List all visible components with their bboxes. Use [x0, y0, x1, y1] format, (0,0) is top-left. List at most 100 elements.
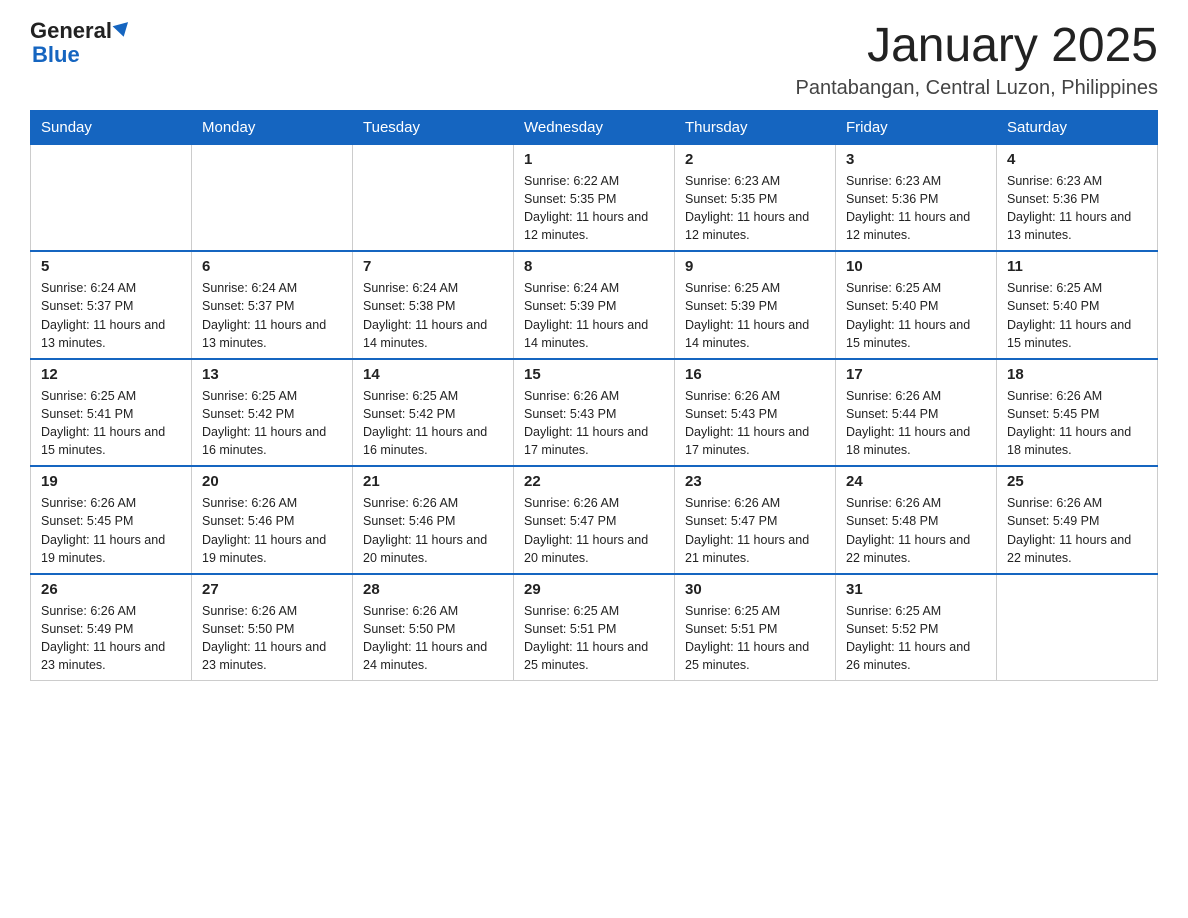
- day-info: Sunrise: 6:25 AMSunset: 5:42 PMDaylight:…: [202, 387, 342, 460]
- day-cell: 30Sunrise: 6:25 AMSunset: 5:51 PMDayligh…: [675, 574, 836, 681]
- day-number: 27: [202, 581, 342, 598]
- header-cell-friday: Friday: [836, 110, 997, 144]
- day-cell: 9Sunrise: 6:25 AMSunset: 5:39 PMDaylight…: [675, 251, 836, 359]
- day-info: Sunrise: 6:26 AMSunset: 5:50 PMDaylight:…: [202, 602, 342, 675]
- header-cell-tuesday: Tuesday: [353, 110, 514, 144]
- day-info: Sunrise: 6:26 AMSunset: 5:43 PMDaylight:…: [524, 387, 664, 460]
- logo-general: General: [30, 20, 112, 42]
- day-cell: 2 Sunrise: 6:23 AMSunset: 5:35 PMDaylight…: [675, 144, 836, 251]
- header-cell-monday: Monday: [192, 110, 353, 144]
- day-number: 21: [363, 473, 503, 490]
- day-number: 16: [685, 366, 825, 383]
- day-cell: 29 Sunrise: 6:25 AMSunset: 5:51 PMDayligh…: [514, 574, 675, 681]
- day-cell: [997, 574, 1158, 681]
- day-cell: [353, 144, 514, 251]
- week-row-4: 26 Sunrise: 6:26 AMSunset: 5:49 PMDayligh…: [31, 574, 1158, 681]
- calendar-title: January 2025: [796, 20, 1158, 73]
- day-number: 14: [363, 366, 503, 383]
- day-info: Sunrise: 6:24 AMSunset: 5:38 PMDaylight:…: [363, 279, 503, 352]
- day-cell: 5 Sunrise: 6:24 AMSunset: 5:37 PMDaylight…: [31, 251, 192, 359]
- day-cell: 4 Sunrise: 6:23 AMSunset: 5:36 PMDaylight…: [997, 144, 1158, 251]
- day-number: 12: [41, 366, 181, 383]
- day-number: 29: [524, 581, 664, 598]
- day-cell: 23Sunrise: 6:26 AMSunset: 5:47 PMDayligh…: [675, 466, 836, 574]
- logo: General Blue: [30, 20, 130, 68]
- day-cell: 27 Sunrise: 6:26 AMSunset: 5:50 PMDayligh…: [192, 574, 353, 681]
- day-info: Sunrise: 6:25 AMSunset: 5:40 PMDaylight:…: [1007, 279, 1147, 352]
- day-info: Sunrise: 6:26 AMSunset: 5:49 PMDaylight:…: [1007, 494, 1147, 567]
- day-number: 5: [41, 258, 181, 275]
- day-info: Sunrise: 6:25 AMSunset: 5:51 PMDaylight:…: [524, 602, 664, 675]
- day-number: 26: [41, 581, 181, 598]
- day-number: 7: [363, 258, 503, 275]
- day-cell: 21 Sunrise: 6:26 AMSunset: 5:46 PMDayligh…: [353, 466, 514, 574]
- day-cell: 3 Sunrise: 6:23 AMSunset: 5:36 PMDaylight…: [836, 144, 997, 251]
- day-info: Sunrise: 6:26 AMSunset: 5:44 PMDaylight:…: [846, 387, 986, 460]
- day-cell: 24Sunrise: 6:26 AMSunset: 5:48 PMDayligh…: [836, 466, 997, 574]
- day-info: Sunrise: 6:25 AMSunset: 5:39 PMDaylight:…: [685, 279, 825, 352]
- day-info: Sunrise: 6:23 AMSunset: 5:36 PMDaylight:…: [846, 172, 986, 245]
- day-cell: 20Sunrise: 6:26 AMSunset: 5:46 PMDayligh…: [192, 466, 353, 574]
- header-cell-saturday: Saturday: [997, 110, 1158, 144]
- day-number: 10: [846, 258, 986, 275]
- day-number: 28: [363, 581, 503, 598]
- day-number: 13: [202, 366, 342, 383]
- header-cell-wednesday: Wednesday: [514, 110, 675, 144]
- day-cell: 6Sunrise: 6:24 AMSunset: 5:37 PMDaylight…: [192, 251, 353, 359]
- day-number: 1: [524, 151, 664, 168]
- week-row-3: 19 Sunrise: 6:26 AMSunset: 5:45 PMDayligh…: [31, 466, 1158, 574]
- day-info: Sunrise: 6:26 AMSunset: 5:45 PMDaylight:…: [1007, 387, 1147, 460]
- day-info: Sunrise: 6:26 AMSunset: 5:49 PMDaylight:…: [41, 602, 181, 675]
- calendar-table: SundayMondayTuesdayWednesdayThursdayFrid…: [30, 110, 1158, 682]
- day-info: Sunrise: 6:22 AMSunset: 5:35 PMDaylight:…: [524, 172, 664, 245]
- day-cell: 18 Sunrise: 6:26 AMSunset: 5:45 PMDayligh…: [997, 359, 1158, 467]
- day-cell: 16 Sunrise: 6:26 AMSunset: 5:43 PMDayligh…: [675, 359, 836, 467]
- day-cell: 14 Sunrise: 6:25 AMSunset: 5:42 PMDayligh…: [353, 359, 514, 467]
- day-info: Sunrise: 6:26 AMSunset: 5:48 PMDaylight:…: [846, 494, 986, 567]
- day-info: Sunrise: 6:23 AMSunset: 5:35 PMDaylight:…: [685, 172, 825, 245]
- logo-blue: Blue: [32, 42, 80, 68]
- day-cell: 25 Sunrise: 6:26 AMSunset: 5:49 PMDayligh…: [997, 466, 1158, 574]
- header-cell-thursday: Thursday: [675, 110, 836, 144]
- day-cell: [31, 144, 192, 251]
- day-cell: 28Sunrise: 6:26 AMSunset: 5:50 PMDayligh…: [353, 574, 514, 681]
- day-info: Sunrise: 6:25 AMSunset: 5:52 PMDaylight:…: [846, 602, 986, 675]
- day-cell: 31 Sunrise: 6:25 AMSunset: 5:52 PMDayligh…: [836, 574, 997, 681]
- day-number: 4: [1007, 151, 1147, 168]
- day-cell: 11Sunrise: 6:25 AMSunset: 5:40 PMDayligh…: [997, 251, 1158, 359]
- day-cell: 19 Sunrise: 6:26 AMSunset: 5:45 PMDayligh…: [31, 466, 192, 574]
- day-number: 2: [685, 151, 825, 168]
- day-info: Sunrise: 6:26 AMSunset: 5:45 PMDaylight:…: [41, 494, 181, 567]
- day-cell: 13 Sunrise: 6:25 AMSunset: 5:42 PMDayligh…: [192, 359, 353, 467]
- day-number: 30: [685, 581, 825, 598]
- day-number: 17: [846, 366, 986, 383]
- day-number: 3: [846, 151, 986, 168]
- day-info: Sunrise: 6:24 AMSunset: 5:37 PMDaylight:…: [41, 279, 181, 352]
- day-cell: 1 Sunrise: 6:22 AMSunset: 5:35 PMDaylight…: [514, 144, 675, 251]
- day-number: 31: [846, 581, 986, 598]
- day-number: 18: [1007, 366, 1147, 383]
- day-info: Sunrise: 6:26 AMSunset: 5:43 PMDaylight:…: [685, 387, 825, 460]
- day-number: 23: [685, 473, 825, 490]
- week-row-0: 1 Sunrise: 6:22 AMSunset: 5:35 PMDaylight…: [31, 144, 1158, 251]
- day-info: Sunrise: 6:25 AMSunset: 5:41 PMDaylight:…: [41, 387, 181, 460]
- day-cell: 10 Sunrise: 6:25 AMSunset: 5:40 PMDayligh…: [836, 251, 997, 359]
- day-cell: [192, 144, 353, 251]
- day-cell: 15Sunrise: 6:26 AMSunset: 5:43 PMDayligh…: [514, 359, 675, 467]
- logo-triangle-icon: [113, 22, 132, 39]
- day-cell: 26 Sunrise: 6:26 AMSunset: 5:49 PMDayligh…: [31, 574, 192, 681]
- day-info: Sunrise: 6:26 AMSunset: 5:46 PMDaylight:…: [363, 494, 503, 567]
- day-info: Sunrise: 6:25 AMSunset: 5:40 PMDaylight:…: [846, 279, 986, 352]
- day-info: Sunrise: 6:24 AMSunset: 5:39 PMDaylight:…: [524, 279, 664, 352]
- day-cell: 17 Sunrise: 6:26 AMSunset: 5:44 PMDayligh…: [836, 359, 997, 467]
- day-number: 19: [41, 473, 181, 490]
- day-number: 22: [524, 473, 664, 490]
- day-number: 25: [1007, 473, 1147, 490]
- day-number: 20: [202, 473, 342, 490]
- week-row-2: 12 Sunrise: 6:25 AMSunset: 5:41 PMDayligh…: [31, 359, 1158, 467]
- day-info: Sunrise: 6:25 AMSunset: 5:42 PMDaylight:…: [363, 387, 503, 460]
- day-info: Sunrise: 6:23 AMSunset: 5:36 PMDaylight:…: [1007, 172, 1147, 245]
- day-info: Sunrise: 6:24 AMSunset: 5:37 PMDaylight:…: [202, 279, 342, 352]
- week-row-1: 5 Sunrise: 6:24 AMSunset: 5:37 PMDaylight…: [31, 251, 1158, 359]
- calendar-subtitle: Pantabangan, Central Luzon, Philippines: [796, 77, 1158, 100]
